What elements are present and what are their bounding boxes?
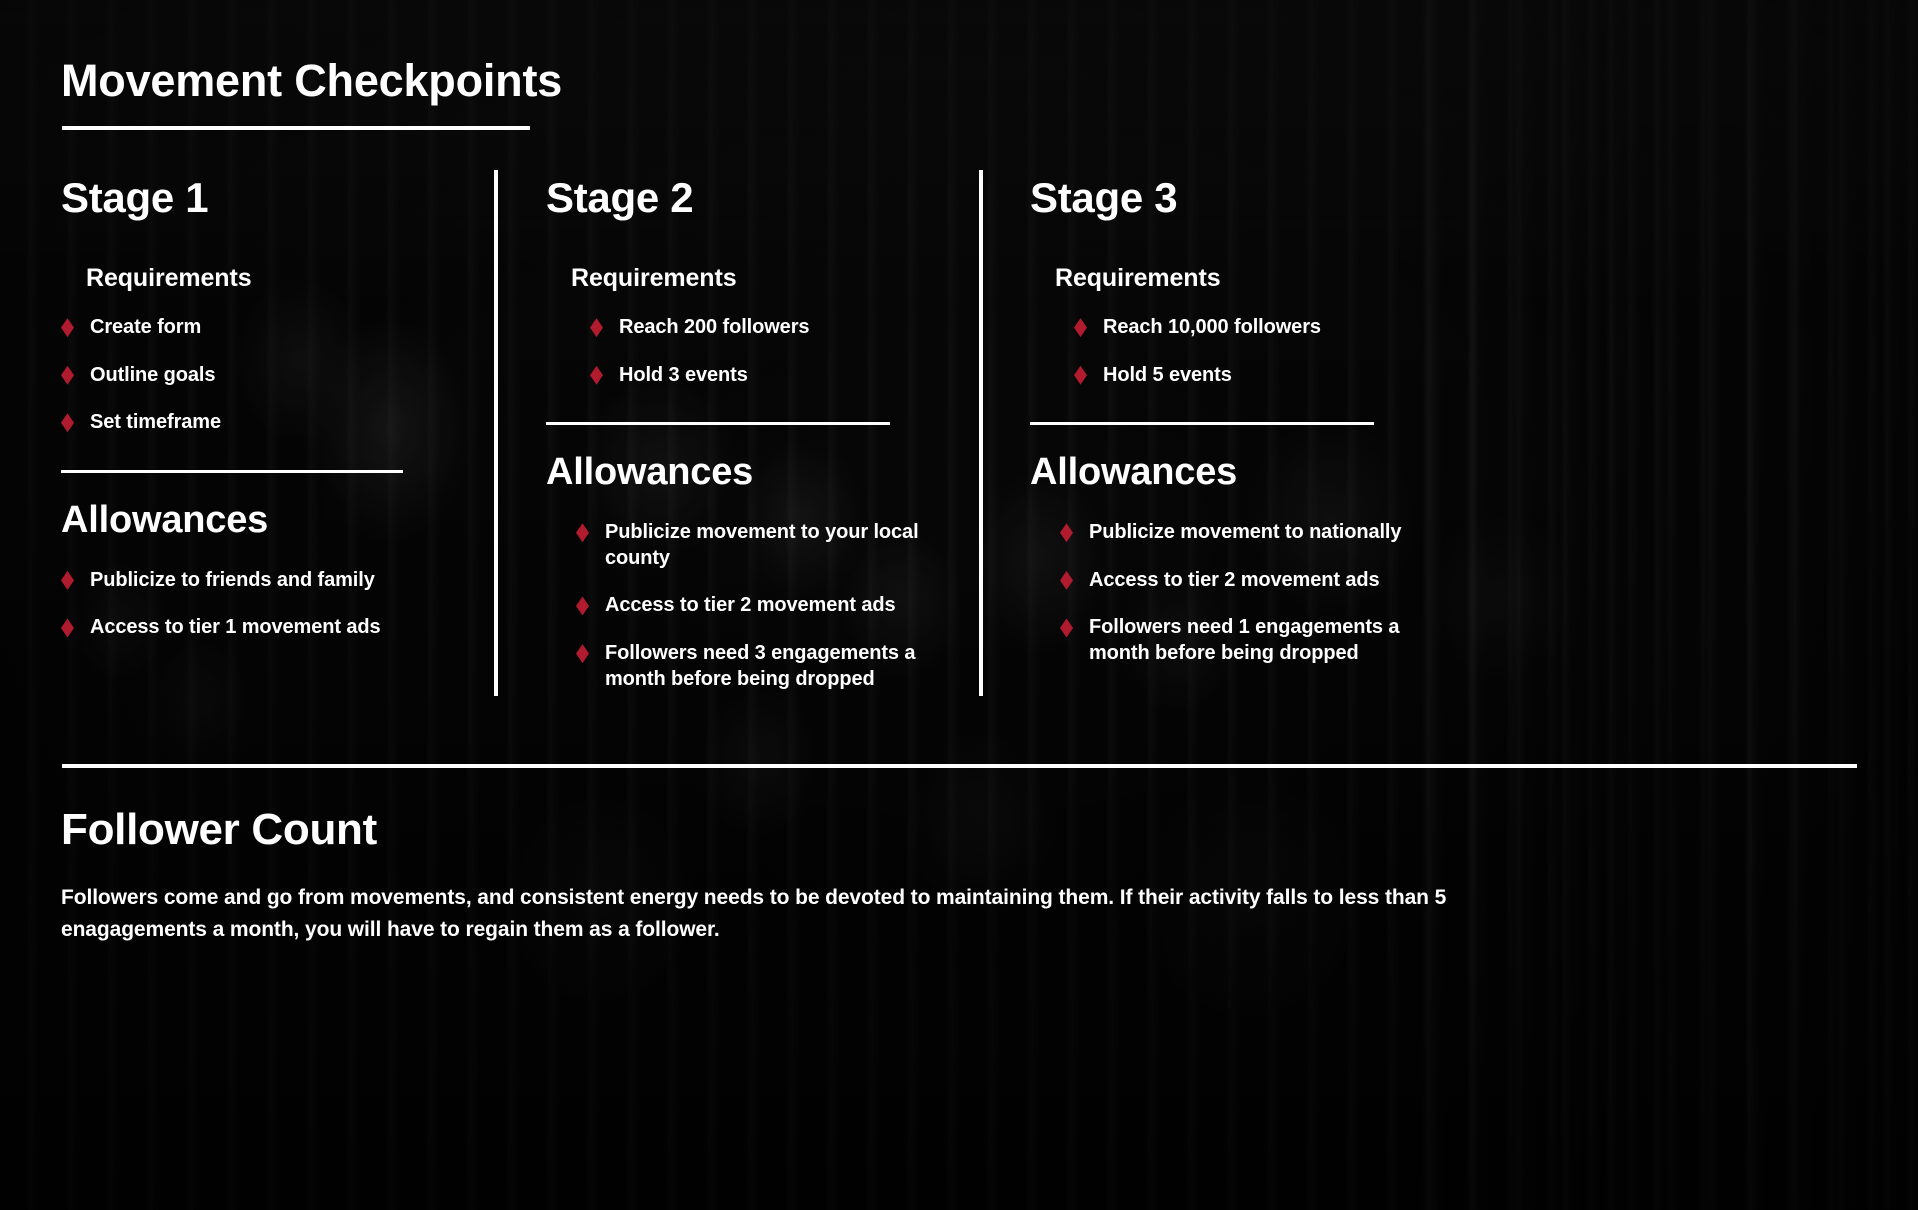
list-item: Set timeframe	[61, 410, 481, 436]
diamond-icon	[1060, 570, 1073, 590]
column-divider-1	[494, 170, 498, 696]
list-item-label: Publicize to friends and family	[90, 568, 375, 591]
diamond-icon	[61, 413, 74, 433]
diamond-icon	[1060, 523, 1073, 543]
list-item-label: Reach 200 followers	[619, 316, 810, 339]
list-item: Access to tier 2 movement ads	[576, 593, 966, 619]
stage-column-3: Stage 3 Requirements Reach 10,000 follow…	[1030, 174, 1450, 667]
list-item: Access to tier 1 movement ads	[61, 615, 481, 641]
stage-1-requirements-heading: Requirements	[86, 264, 252, 293]
stage-1-title: Stage 1	[61, 174, 209, 221]
list-item-label: Followers need 3 engagements a month bef…	[605, 642, 916, 690]
stage-3-allowances-heading: Allowances	[1030, 451, 1238, 494]
footer-title: Follower Count	[61, 805, 377, 854]
list-item-label: Followers need 1 engagements a month bef…	[1089, 616, 1400, 665]
diamond-icon	[61, 618, 74, 638]
stage-3-title: Stage 3	[1030, 174, 1178, 221]
stage-column-1: Stage 1 Requirements Create form Outline…	[61, 174, 481, 641]
diamond-icon	[61, 570, 74, 590]
list-item: Hold 3 events	[590, 363, 966, 389]
footer-body-text: Followers come and go from movements, an…	[61, 886, 1447, 941]
list-item: Outline goals	[61, 363, 481, 389]
stage-3-requirements-heading: Requirements	[1055, 264, 1221, 293]
list-item-label: Create form	[90, 316, 202, 339]
diamond-icon	[576, 523, 589, 543]
stage-2-title: Stage 2	[546, 174, 694, 221]
stage-2-requirements-heading: Requirements	[571, 264, 737, 293]
diamond-icon	[590, 318, 603, 338]
diamond-icon	[590, 365, 603, 385]
list-item: Followers need 1 engagements a month bef…	[1060, 615, 1450, 666]
list-item-label: Publicize movement to nationally	[1089, 521, 1402, 544]
stage-3-requirements-list: Reach 10,000 followers Hold 5 events	[1074, 315, 1450, 388]
list-item-label: Reach 10,000 followers	[1103, 316, 1321, 339]
list-item: Followers need 3 engagements a month bef…	[576, 641, 966, 692]
list-item-label: Outline goals	[90, 363, 216, 386]
list-item: Access to tier 2 movement ads	[1060, 568, 1450, 594]
stage-2-section-divider	[546, 422, 890, 426]
list-item: Publicize movement to nationally	[1060, 520, 1450, 546]
page-title: Movement Checkpoints	[61, 55, 563, 106]
slide-canvas: Movement Checkpoints Stage 1 Requirement…	[0, 0, 1918, 1210]
stage-1-allowances-heading: Allowances	[61, 498, 269, 541]
title-underline-divider	[62, 126, 530, 130]
list-item: Reach 10,000 followers	[1074, 315, 1450, 341]
list-item-label: Hold 3 events	[619, 363, 748, 386]
diamond-icon	[61, 365, 74, 385]
list-item: Create form	[61, 315, 481, 341]
diamond-icon	[1060, 618, 1073, 638]
diamond-icon	[1074, 365, 1087, 385]
list-item-label: Access to tier 1 movement ads	[90, 616, 381, 639]
stage-column-2: Stage 2 Requirements Reach 200 followers…	[546, 174, 966, 692]
column-divider-2	[979, 170, 983, 696]
diamond-icon	[1074, 318, 1087, 338]
footer-divider	[62, 764, 1857, 768]
stage-2-allowances-list: Publicize movement to your local county …	[576, 520, 966, 692]
stage-2-allowances-heading: Allowances	[546, 451, 754, 494]
list-item-label: Set timeframe	[90, 411, 221, 434]
stage-3-section-divider	[1030, 422, 1374, 426]
list-item-label: Publicize movement to your local county	[605, 521, 919, 569]
list-item-label: Access to tier 2 movement ads	[605, 594, 896, 617]
list-item: Publicize to friends and family	[61, 568, 481, 594]
list-item: Reach 200 followers	[590, 315, 966, 341]
list-item-label: Hold 5 events	[1103, 363, 1232, 386]
stage-1-requirements-list: Create form Outline goals Set timeframe	[61, 315, 481, 436]
diamond-icon	[61, 318, 74, 338]
list-item: Publicize movement to your local county	[576, 520, 966, 571]
stage-1-section-divider	[61, 469, 403, 473]
stage-3-allowances-list: Publicize movement to nationally Access …	[1060, 520, 1450, 666]
diamond-icon	[576, 644, 589, 664]
diamond-icon	[576, 596, 589, 616]
list-item-label: Access to tier 2 movement ads	[1089, 568, 1380, 591]
stage-2-requirements-list: Reach 200 followers Hold 3 events	[590, 315, 966, 388]
list-item: Hold 5 events	[1074, 363, 1450, 389]
stage-1-allowances-list: Publicize to friends and family Access t…	[61, 568, 481, 641]
